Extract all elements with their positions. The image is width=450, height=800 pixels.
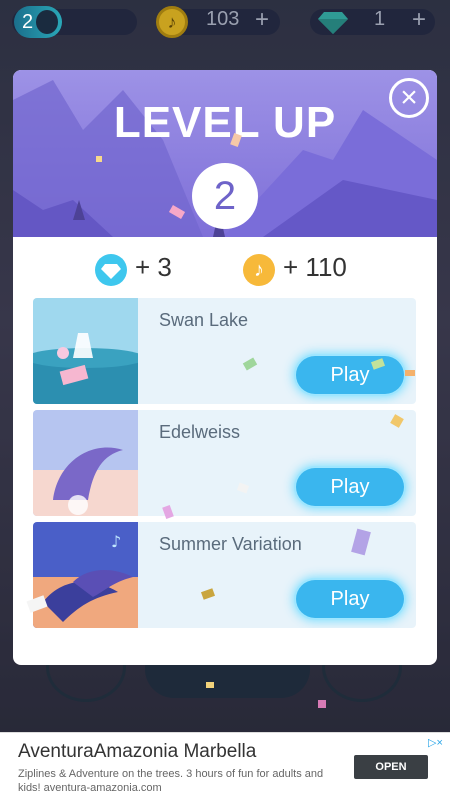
diamond-icon: [318, 12, 348, 34]
ad-description: Ziplines & Adventure on the trees. 3 hou…: [18, 768, 324, 794]
song-title: Swan Lake: [159, 310, 249, 330]
song-title: Edelweiss: [159, 422, 241, 442]
diamond-icon: [101, 264, 121, 279]
play-button-summer-variation[interactable]: Play: [296, 580, 404, 618]
add-coins-button[interactable]: +: [255, 6, 269, 34]
level-up-banner: LEVEL UP 2 ×: [13, 70, 437, 237]
ad-banner[interactable]: AventuraAmazonia Marbella Ziplines & Adv…: [0, 732, 450, 800]
gem-count: 1: [374, 8, 386, 30]
confetti-piece: [206, 682, 214, 688]
swan-lake-thumbnail: [33, 298, 138, 404]
confetti-piece: [318, 700, 326, 708]
player-level-badge: 2: [14, 6, 62, 38]
song-card-edelweiss: Edelweiss Play: [33, 410, 416, 516]
coin-count: 103: [206, 8, 240, 30]
diamond-reward-icon: [95, 254, 127, 286]
level-up-title: LEVEL UP: [113, 98, 337, 147]
confetti-piece: [96, 156, 102, 162]
play-button-edelweiss[interactable]: Play: [296, 468, 404, 506]
ad-choices-icon[interactable]: ▷×: [428, 736, 443, 749]
edelweiss-thumbnail: [33, 410, 138, 516]
svg-text:♪: ♪: [111, 532, 121, 551]
add-gems-button[interactable]: +: [412, 6, 426, 34]
coin-icon: ♪: [156, 6, 188, 38]
confetti-piece: [405, 370, 415, 376]
ad-title[interactable]: AventuraAmazonia Marbella: [18, 741, 256, 763]
song-title: Summer Variation: [159, 534, 302, 554]
ad-open-button[interactable]: OPEN: [354, 755, 428, 779]
rewards-row: + 3 ♪ + 110: [13, 248, 437, 290]
note-reward-icon: ♪: [243, 254, 275, 286]
close-button[interactable]: ×: [389, 78, 429, 118]
note-reward-amount: + 110: [283, 252, 347, 282]
new-level-number: 2: [192, 163, 258, 229]
summer-variation-thumbnail: ♪: [33, 522, 138, 628]
diamond-reward-amount: + 3: [135, 252, 172, 282]
song-card-swan-lake: Swan Lake Play: [33, 298, 416, 404]
play-button-swan-lake[interactable]: Play: [296, 356, 404, 394]
top-hud: 2 ♪ 103 + 1 +: [0, 6, 450, 38]
